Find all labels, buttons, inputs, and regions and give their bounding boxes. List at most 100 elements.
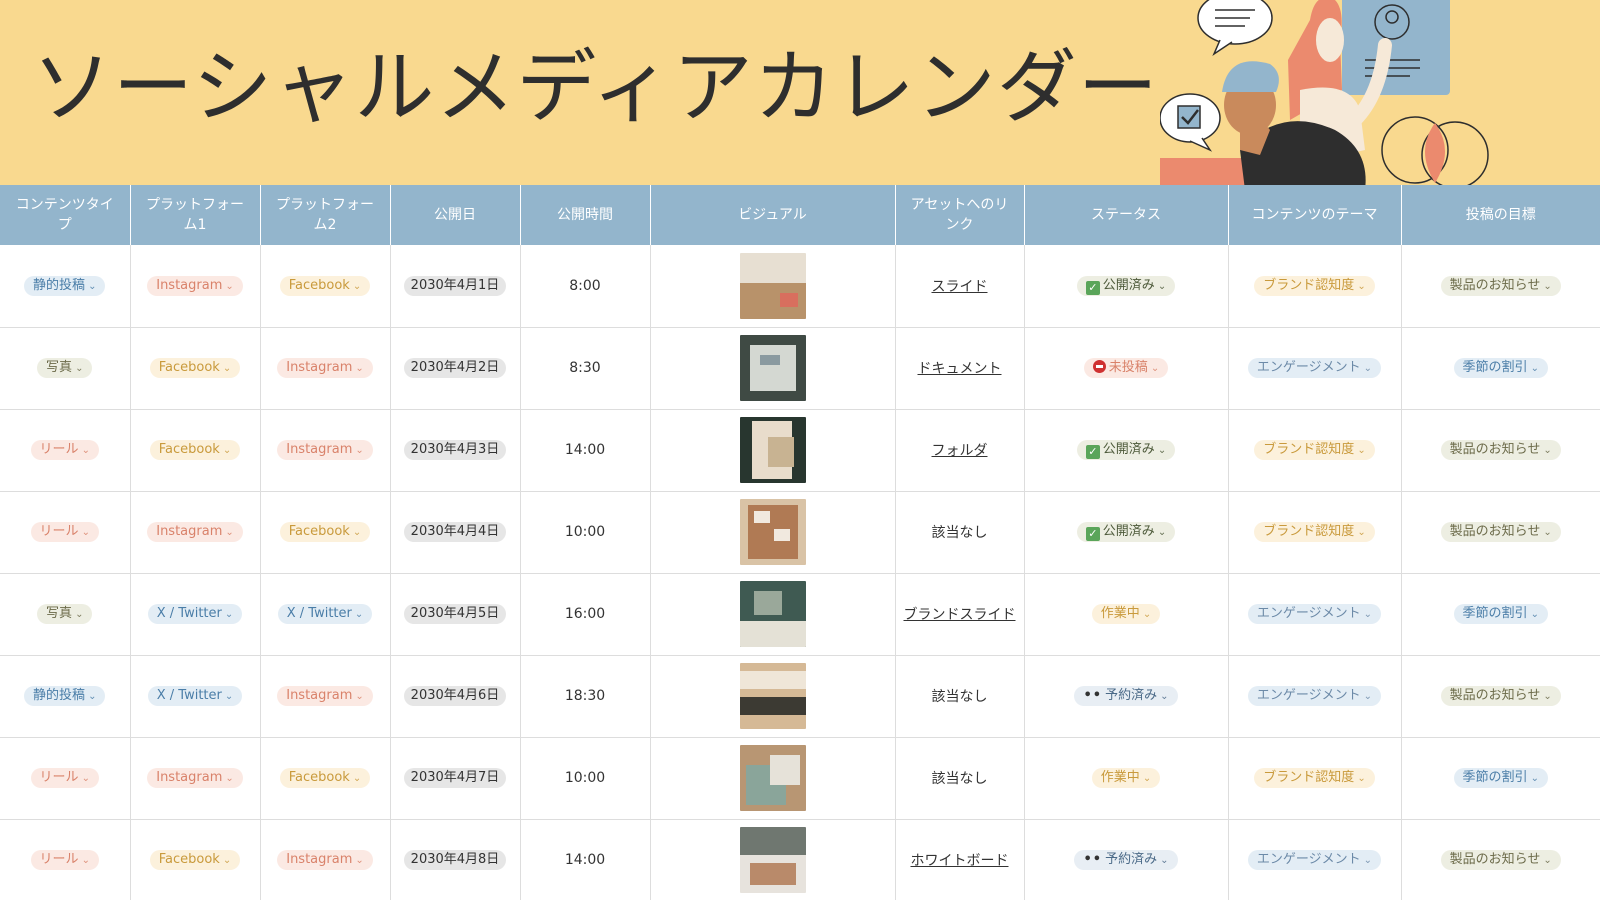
column-header[interactable]: コンテンツのテーマ	[1228, 185, 1402, 245]
content-type-select[interactable]: リール ⌄	[30, 850, 99, 870]
column-header[interactable]: プラットフォーム1	[130, 185, 261, 245]
publish-time-cell[interactable]: 8:30	[520, 327, 651, 410]
content-type-select[interactable]: リール ⌄	[30, 522, 99, 542]
platform1-select[interactable]: X / Twitter ⌄	[147, 686, 243, 706]
platform2-select[interactable]: Facebook ⌄	[279, 768, 371, 788]
asset-link[interactable]: ホワイトボード	[911, 853, 1009, 869]
status-cell[interactable]: 作業中 ⌄	[1024, 573, 1229, 656]
platform1-cell[interactable]: Instagram ⌄	[130, 491, 261, 574]
visual-cell[interactable]	[650, 409, 896, 492]
platform1-select[interactable]: Facebook ⌄	[149, 440, 241, 460]
asset-link-cell[interactable]: ブランドスライド	[895, 573, 1025, 656]
publish-time-cell[interactable]: 10:00	[520, 737, 651, 820]
publish-date-cell[interactable]: 2030年4月8日	[390, 819, 521, 900]
column-header[interactable]: プラットフォーム2	[260, 185, 391, 245]
goal-select[interactable]: 季節の割引 ⌄	[1453, 604, 1548, 624]
platform1-select[interactable]: X / Twitter ⌄	[147, 604, 243, 624]
platform2-select[interactable]: Facebook ⌄	[279, 275, 371, 296]
column-header[interactable]: ステータス	[1024, 185, 1229, 245]
asset-link[interactable]: ドキュメント	[918, 361, 1002, 377]
goal-cell[interactable]: 季節の割引 ⌄	[1401, 737, 1600, 820]
goal-cell[interactable]: 製品のお知らせ ⌄	[1401, 409, 1600, 492]
table-row[interactable]: リール ⌄ Facebook ⌄ Instagram ⌄ 2030年4月3日 14:00 フォル…	[0, 409, 1600, 492]
theme-select[interactable]: ブランド認知度 ⌄	[1254, 440, 1375, 460]
platform2-cell[interactable]: Facebook ⌄	[260, 245, 391, 328]
content-type-select[interactable]: 写真 ⌄	[37, 358, 93, 378]
content-type-cell[interactable]: 静的投稿 ⌄	[0, 655, 131, 738]
goal-select[interactable]: 製品のお知らせ ⌄	[1440, 522, 1561, 542]
column-header[interactable]: 公開時間	[520, 185, 651, 245]
column-header[interactable]: 公開日	[390, 185, 521, 245]
goal-cell[interactable]: 製品のお知らせ ⌄	[1401, 491, 1600, 574]
table-row[interactable]: リール ⌄ Facebook ⌄ Instagram ⌄ 2030年4月8日 14:00 ホワイ…	[0, 819, 1600, 900]
visual-cell[interactable]	[650, 655, 896, 738]
theme-cell[interactable]: エンゲージメント ⌄	[1228, 655, 1402, 738]
asset-link-cell[interactable]: フォルダ	[895, 409, 1025, 492]
theme-cell[interactable]: ブランド認知度 ⌄	[1228, 245, 1402, 328]
content-type-cell[interactable]: リール ⌄	[0, 819, 131, 900]
asset-link-cell[interactable]: ドキュメント	[895, 327, 1025, 410]
publish-date-cell[interactable]: 2030年4月2日	[390, 327, 521, 410]
theme-cell[interactable]: ブランド認知度 ⌄	[1228, 491, 1402, 574]
asset-link[interactable]: フォルダ	[932, 443, 988, 459]
goal-cell[interactable]: 製品のお知らせ ⌄	[1401, 245, 1600, 328]
status-cell[interactable]: •• 予約済み ⌄	[1024, 655, 1229, 738]
platform2-cell[interactable]: Instagram ⌄	[260, 819, 391, 900]
content-type-select[interactable]: リール ⌄	[30, 768, 99, 788]
platform2-cell[interactable]: Facebook ⌄	[260, 491, 391, 574]
publish-time-cell[interactable]: 8:00	[520, 245, 651, 328]
goal-select[interactable]: 製品のお知らせ ⌄	[1440, 686, 1561, 706]
platform1-cell[interactable]: Facebook ⌄	[130, 819, 261, 900]
content-type-cell[interactable]: 静的投稿 ⌄	[0, 245, 131, 328]
status-select[interactable]: 作業中 ⌄	[1091, 604, 1161, 624]
status-select[interactable]: •• 予約済み ⌄	[1074, 686, 1178, 706]
publish-date-cell[interactable]: 2030年4月1日	[390, 245, 521, 328]
platform1-cell[interactable]: Facebook ⌄	[130, 409, 261, 492]
asset-link[interactable]: スライド	[932, 279, 988, 295]
theme-cell[interactable]: ブランド認知度 ⌄	[1228, 409, 1402, 492]
platform1-select[interactable]: Facebook ⌄	[149, 850, 241, 870]
visual-cell[interactable]	[650, 573, 896, 656]
asset-link-cell[interactable]: スライド	[895, 245, 1025, 328]
theme-cell[interactable]: エンゲージメント ⌄	[1228, 573, 1402, 656]
platform2-cell[interactable]: X / Twitter ⌄	[260, 573, 391, 656]
publish-date-cell[interactable]: 2030年4月7日	[390, 737, 521, 820]
table-row[interactable]: 静的投稿 ⌄ Instagram ⌄ Facebook ⌄ 2030年4月1日 8:00 スライ…	[0, 245, 1600, 328]
publish-time-cell[interactable]: 14:00	[520, 409, 651, 492]
asset-link-cell[interactable]: ホワイトボード	[895, 819, 1025, 900]
table-row[interactable]: 写真 ⌄ X / Twitter ⌄ X / Twitter ⌄ 2030年4月5日 16:0…	[0, 573, 1600, 656]
content-type-cell[interactable]: リール ⌄	[0, 491, 131, 574]
goal-cell[interactable]: 製品のお知らせ ⌄	[1401, 819, 1600, 900]
platform2-select[interactable]: Instagram ⌄	[277, 686, 373, 706]
goal-cell[interactable]: 季節の割引 ⌄	[1401, 327, 1600, 410]
content-type-select[interactable]: 写真 ⌄	[37, 604, 93, 624]
table-row[interactable]: リール ⌄ Instagram ⌄ Facebook ⌄ 2030年4月4日 10:00 該当な…	[0, 491, 1600, 574]
table-row[interactable]: 静的投稿 ⌄ X / Twitter ⌄ Instagram ⌄ 2030年4月6日 18:3…	[0, 655, 1600, 738]
publish-date-cell[interactable]: 2030年4月5日	[390, 573, 521, 656]
asset-link-cell[interactable]: 該当なし	[895, 655, 1025, 738]
theme-select[interactable]: エンゲージメント ⌄	[1247, 604, 1382, 624]
visual-cell[interactable]	[650, 327, 896, 410]
platform1-cell[interactable]: X / Twitter ⌄	[130, 573, 261, 656]
platform2-cell[interactable]: Instagram ⌄	[260, 327, 391, 410]
visual-cell[interactable]	[650, 819, 896, 900]
theme-cell[interactable]: エンゲージメント ⌄	[1228, 327, 1402, 410]
platform2-cell[interactable]: Instagram ⌄	[260, 409, 391, 492]
status-select[interactable]: ✓ 公開済み ⌄	[1076, 275, 1176, 296]
table-row[interactable]: 写真 ⌄ Facebook ⌄ Instagram ⌄ 2030年4月2日 8:30 ドキュメン…	[0, 327, 1600, 410]
platform2-cell[interactable]: Instagram ⌄	[260, 655, 391, 738]
platform2-select[interactable]: Instagram ⌄	[277, 358, 373, 378]
status-cell[interactable]: 作業中 ⌄	[1024, 737, 1229, 820]
theme-cell[interactable]: ブランド認知度 ⌄	[1228, 737, 1402, 820]
publish-time-cell[interactable]: 16:00	[520, 573, 651, 656]
goal-select[interactable]: 製品のお知らせ ⌄	[1440, 440, 1561, 460]
column-header[interactable]: 投稿の目標	[1401, 185, 1600, 245]
status-cell[interactable]: ✓ 公開済み ⌄	[1024, 409, 1229, 492]
visual-cell[interactable]	[650, 491, 896, 574]
publish-date-cell[interactable]: 2030年4月3日	[390, 409, 521, 492]
content-type-select[interactable]: 静的投稿 ⌄	[24, 275, 106, 296]
publish-date-cell[interactable]: 2030年4月4日	[390, 491, 521, 574]
platform1-select[interactable]: Facebook ⌄	[149, 358, 241, 378]
content-type-select[interactable]: リール ⌄	[30, 440, 99, 460]
status-select[interactable]: 作業中 ⌄	[1091, 768, 1161, 788]
